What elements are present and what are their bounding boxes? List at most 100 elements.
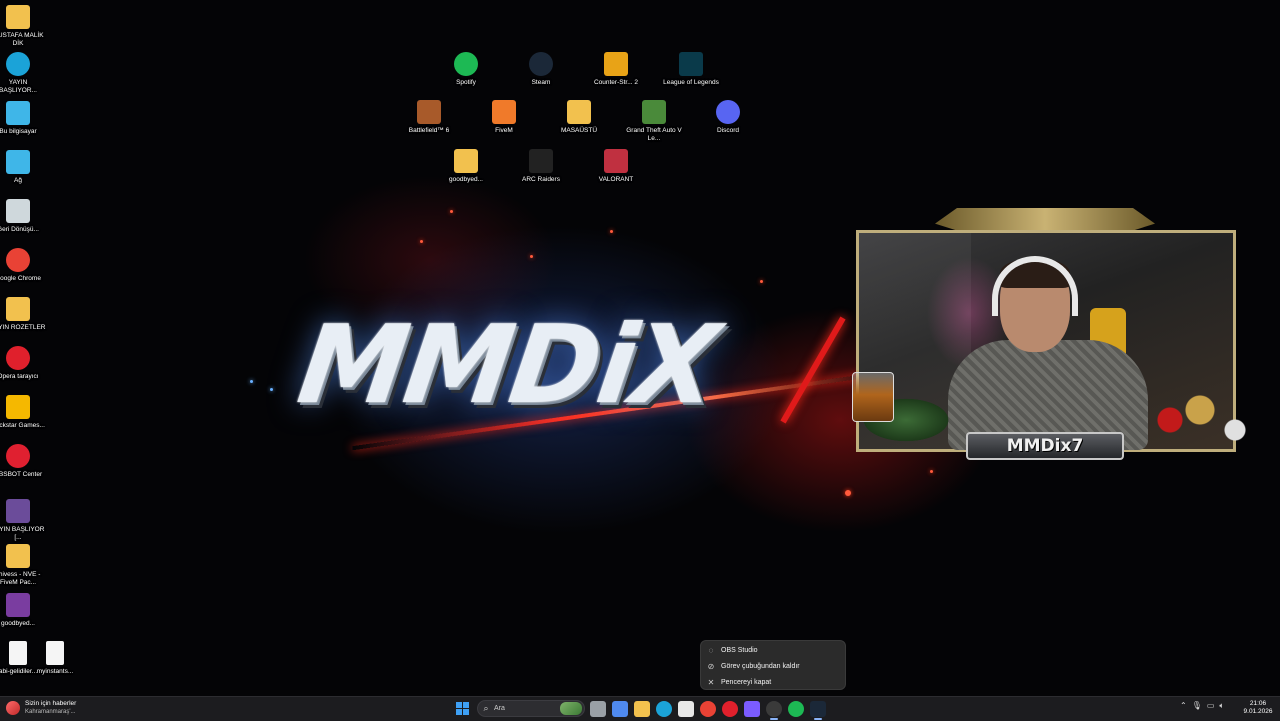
- unpin-icon: ⊘: [707, 661, 715, 671]
- mmdix-logo: MMDiX: [290, 300, 868, 451]
- menu-item-label: Pencereyi kapat: [721, 678, 772, 686]
- shortcut-label: YAYIN ROZETLER: [0, 324, 46, 331]
- shortcut-label: Counter-Str... 2: [593, 79, 639, 86]
- desktop-shortcut[interactable]: shivess - NVE - FiveM Pac...: [0, 544, 47, 587]
- winrar-icon: [6, 593, 30, 617]
- chrome-icon[interactable]: [700, 701, 716, 717]
- desktop-shortcut[interactable]: Counter-Str... 2: [587, 52, 645, 87]
- search-placeholder: Ara: [494, 705, 505, 712]
- start-button[interactable]: [456, 702, 469, 715]
- logo-text: MMDiX: [291, 303, 724, 428]
- opera-icon: [6, 346, 30, 370]
- desktop-shortcut[interactable]: MUSTAFA MALİK DİK: [0, 5, 47, 48]
- twitch-icon[interactable]: [744, 701, 760, 717]
- volume-icon[interactable]: 🔈︎: [1219, 701, 1224, 711]
- desktop-shortcut[interactable]: Battlefield™ 6: [400, 100, 458, 135]
- desktop-shortcut[interactable]: Grand Theft Auto V Le...: [625, 100, 683, 143]
- steam-icon: [529, 52, 553, 76]
- taskbar-search[interactable]: ⌕ Ara: [477, 700, 585, 717]
- shortcut-label: ARC Raiders: [522, 176, 560, 183]
- folder-icon: [6, 544, 30, 568]
- desktop-shortcut[interactable]: myinstants...: [26, 641, 84, 676]
- copilot-icon[interactable]: [612, 701, 628, 717]
- shortcut-label: OBSBOT Center: [0, 471, 43, 478]
- menu-item-obs-studio[interactable]: ◌ OBS Studio: [701, 642, 845, 658]
- edge-icon[interactable]: [656, 701, 672, 717]
- shortcut-label: MUSTAFA MALİK DİK: [0, 32, 44, 47]
- spotify-icon[interactable]: [788, 701, 804, 717]
- clock-date: 9.01.2026: [1243, 708, 1273, 715]
- microphone-icon[interactable]: 🎙︎: [1192, 701, 1202, 711]
- opera-gx-icon[interactable]: [722, 701, 738, 717]
- shortcut-label: shivess - NVE - FiveM Pac...: [0, 571, 41, 586]
- desktop-shortcut[interactable]: goodbyed...: [437, 149, 495, 184]
- desktop-shortcut[interactable]: OBSBOT Center: [0, 444, 47, 479]
- desktop-shortcut[interactable]: Rockstar Games...: [0, 395, 47, 430]
- menu-item-close-window[interactable]: ✕ Pencereyi kapat: [701, 674, 845, 690]
- network-icon[interactable]: ▭: [1207, 701, 1215, 711]
- desktop-shortcut[interactable]: Bu bilgisayar: [0, 101, 47, 136]
- desktop-shortcut[interactable]: Google Chrome: [0, 248, 47, 283]
- shortcut-label: Ağ: [14, 177, 22, 184]
- computer-icon: [6, 101, 30, 125]
- obs-icon[interactable]: [766, 701, 782, 720]
- rockstar-icon: [6, 395, 30, 419]
- desktop-shortcut[interactable]: Spotify: [437, 52, 495, 87]
- clock-time: 21:06: [1249, 700, 1267, 707]
- desktop-shortcut[interactable]: FiveM: [475, 100, 533, 135]
- edge-icon: [6, 52, 30, 76]
- task-view-icon[interactable]: [590, 701, 606, 717]
- search-icon: ⌕: [483, 703, 489, 713]
- menu-item-label: Görev çubuğundan kaldır: [721, 662, 800, 670]
- shortcut-label: Rockstar Games...: [0, 422, 45, 429]
- whiskey-glass: [852, 372, 894, 422]
- desktop-shortcut[interactable]: goodbyed...: [0, 593, 47, 628]
- spark: [530, 255, 533, 258]
- system-clock[interactable]: 21:06 9.01.2026: [1240, 700, 1276, 716]
- desktop-shortcut[interactable]: ARC Raiders: [512, 149, 570, 184]
- shortcut-label: Discord: [716, 127, 740, 134]
- desktop-shortcut[interactable]: YAYIN ROZETLER: [0, 297, 47, 332]
- desktop-shortcut[interactable]: Steam: [512, 52, 570, 87]
- desktop-shortcut[interactable]: VALORANT: [587, 149, 645, 184]
- spark: [270, 388, 273, 391]
- windows-logo-icon: [456, 709, 462, 715]
- store-icon[interactable]: [678, 701, 694, 717]
- desktop-shortcut[interactable]: League of Legends: [662, 52, 720, 87]
- shortcut-label: FiveM: [495, 127, 513, 134]
- league-icon: [679, 52, 703, 76]
- spark: [420, 240, 423, 243]
- shortcut-label: YAYIN BAŞLIYOR...: [0, 79, 37, 94]
- shortcut-label: YAYIN BAŞLIYOR [...: [0, 526, 45, 541]
- steam-icon[interactable]: [810, 701, 826, 720]
- shortcut-label: League of Legends: [663, 79, 719, 86]
- windows-logo-icon: [463, 709, 469, 715]
- taskbar: Sizin için haberler Kahramanmaraş'... ⌕ …: [0, 696, 1280, 721]
- desktop-shortcut[interactable]: Opera tarayıcı: [0, 346, 47, 381]
- taskbar-context-menu: ◌ OBS Studio ⊘ Görev çubuğundan kaldır ✕…: [700, 640, 846, 690]
- desktop-shortcut[interactable]: YAYIN BAŞLIYOR...: [0, 52, 47, 95]
- shortcut-label: Opera tarayıcı: [0, 373, 39, 380]
- arc-raiders-icon: [529, 149, 553, 173]
- menu-item-unpin[interactable]: ⊘ Görev çubuğundan kaldır: [701, 658, 845, 674]
- desktop-shortcut[interactable]: Ağ: [0, 150, 47, 185]
- spark: [450, 210, 453, 213]
- news-widget[interactable]: Sizin için haberler Kahramanmaraş'...: [6, 700, 76, 716]
- obsbot-icon: [6, 444, 30, 468]
- chevron-up-icon[interactable]: ⌃: [1180, 701, 1187, 711]
- desktop-shortcut[interactable]: MASAÜSTÜ: [550, 100, 608, 135]
- shortcut-label: Grand Theft Auto V Le...: [626, 127, 682, 142]
- shortcut-label: Bu bilgisayar: [0, 128, 37, 135]
- battlefield-icon: [417, 100, 441, 124]
- desktop-shortcut[interactable]: Geri Dönüşü...: [0, 199, 47, 234]
- casino-chips-decoration: [1140, 380, 1265, 450]
- shortcut-label: Spotify: [456, 79, 476, 86]
- desktop-shortcut[interactable]: Discord: [699, 100, 757, 135]
- file-explorer-icon[interactable]: [634, 701, 650, 717]
- desktop-shortcut[interactable]: YAYIN BAŞLIYOR [...: [0, 499, 47, 542]
- media-file-icon: [46, 641, 64, 665]
- shortcut-label: Steam: [531, 79, 551, 86]
- folder-icon: [567, 100, 591, 124]
- shortcut-label: Geri Dönüşü...: [0, 226, 39, 233]
- media-file-icon: [9, 641, 27, 665]
